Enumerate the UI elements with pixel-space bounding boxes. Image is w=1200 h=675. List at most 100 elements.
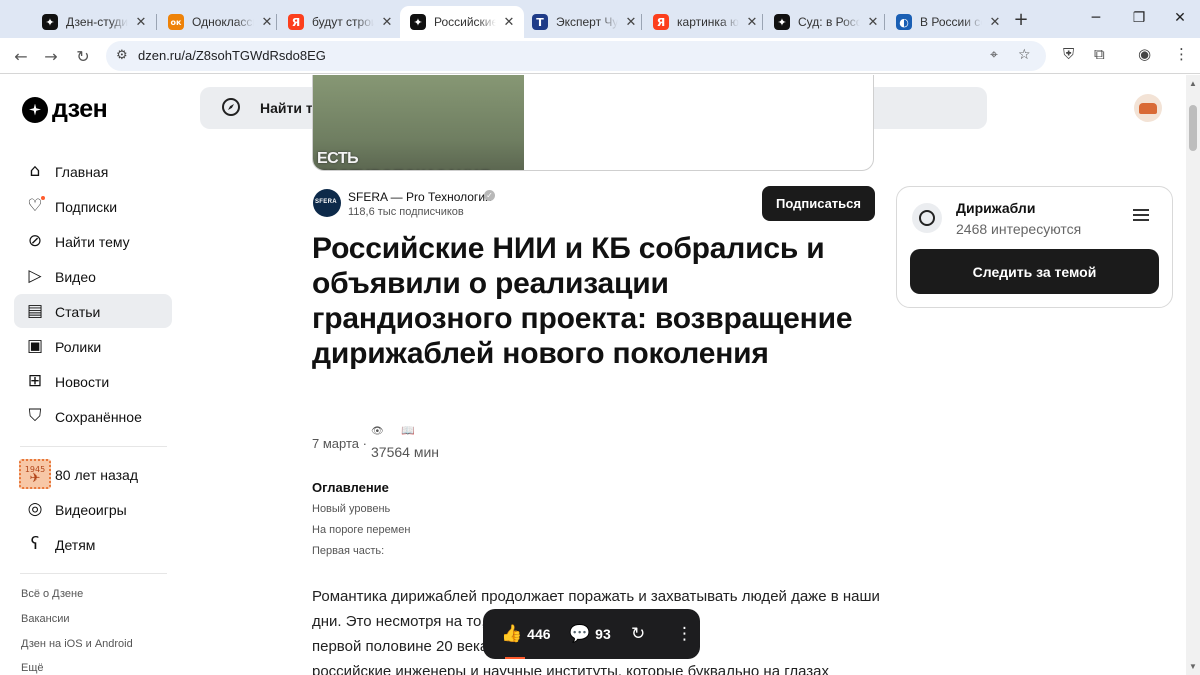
tab-separator — [156, 14, 157, 30]
tab-separator — [276, 14, 277, 30]
channel-avatar[interactable]: SFERA — [313, 189, 341, 217]
bookmark-icon: ⛉ — [28, 406, 42, 426]
sidebar-special-item-3[interactable]: ʕ Детям — [14, 527, 172, 561]
shorts-icon: ▣ — [26, 336, 44, 356]
extension-shield-icon[interactable]: ⛨ — [1063, 45, 1074, 63]
sidebar-item-label: Статьи — [55, 304, 101, 320]
browser-tab[interactable]: Якартинка юг ✕ — [643, 6, 767, 38]
article-title: Российские НИИ и КБ собрались и объявили… — [312, 232, 853, 370]
tab-close-icon[interactable]: ✕ — [864, 13, 882, 31]
subscribe-button[interactable]: Подписаться — [762, 186, 875, 221]
sidebar-item-1[interactable]: ⌂ Главная — [14, 154, 172, 188]
browser-tab[interactable]: ✦ Российские ✕ — [400, 6, 524, 38]
reload-icon[interactable]: ↻ — [70, 43, 96, 69]
comments-button[interactable]: 💬 93 — [569, 624, 611, 644]
browser-tab[interactable]: ✦ Суд: в Росси ✕ — [764, 6, 888, 38]
like-underline — [505, 657, 525, 659]
dzen-icon: ✦ — [42, 14, 58, 30]
bookmark-star-icon[interactable]: ☆ — [1018, 47, 1031, 63]
tab-close-icon[interactable]: ✕ — [378, 13, 396, 31]
video-icon: ▷ — [28, 266, 42, 286]
scrollbar-thumb[interactable] — [1189, 105, 1197, 151]
tab-close-icon[interactable]: ✕ — [743, 13, 761, 31]
footer-link[interactable]: Всё о Дзене — [21, 588, 83, 600]
scroll-up-icon[interactable]: ▲ — [1189, 79, 1197, 88]
tab-title: Эксперт Чуй — [556, 15, 618, 29]
location-icon[interactable]: ⌖ — [990, 47, 998, 63]
sidebar-special-item-2[interactable]: ◎ Видеоигры — [14, 492, 172, 526]
sidebar-item-6[interactable]: ▣ Ролики — [14, 329, 172, 363]
sidebar-item-label: 80 лет назад — [55, 467, 138, 483]
sidebar-item-8[interactable]: ⛉ Сохранённое — [14, 399, 172, 433]
new-tab-button[interactable]: + — [1009, 7, 1033, 31]
minimize-button[interactable]: ─ — [1082, 5, 1110, 31]
follow-topic-button[interactable]: Следить за темой — [910, 249, 1159, 294]
compass-search-icon — [222, 98, 240, 116]
maximize-button[interactable]: ❐ — [1125, 5, 1153, 31]
body-text-line: российские инженеры и научные институты,… — [312, 663, 830, 675]
close-window-button[interactable]: ✕ — [1166, 5, 1194, 31]
sidebar-divider — [20, 573, 167, 574]
ok-icon: ок — [168, 14, 184, 30]
toc-item[interactable]: Новый уровень — [312, 503, 390, 515]
user-avatar[interactable] — [1134, 94, 1162, 122]
channel-subscribers: 118,6 тыс подписчиков — [348, 206, 464, 218]
scroll-down-icon[interactable]: ▼ — [1189, 662, 1197, 671]
article-read-stats: 37564 мин — [371, 444, 439, 460]
sidebar-special-item-1[interactable]: 1945 ✈ 80 лет назад — [14, 457, 172, 491]
yandex-icon: Я — [653, 14, 669, 30]
sidebar-item-label: Найти тему — [55, 234, 130, 250]
toc-item[interactable]: Первая часть: — [312, 545, 384, 557]
tab-close-icon[interactable]: ✕ — [622, 13, 640, 31]
browser-tab[interactable]: ✦ Дзен-студия ✕ — [32, 6, 156, 38]
sidebar-item-5[interactable]: ▤ Статьи — [14, 294, 172, 328]
sidebar-item-label: Ролики — [55, 339, 102, 355]
ad-banner[interactable]: ЕСТЬ ПРОТИВОПОКАЗАНИЯ — [312, 75, 874, 171]
sidebar-item-2[interactable]: ♡ Подписки — [14, 189, 172, 223]
sidebar-item-label: Видео — [55, 269, 96, 285]
like-button[interactable]: 👍 446 — [501, 624, 551, 644]
reaction-bar: 👍 446 💬 93 ↻ ⋮ — [483, 609, 700, 659]
sidebar-item-label: Сохранённое — [55, 409, 142, 425]
toc-item[interactable]: На пороге перемен — [312, 524, 410, 536]
footer-link[interactable]: Вакансии — [21, 613, 70, 625]
tab-close-icon[interactable]: ✕ — [986, 13, 1004, 31]
tab-title: Дзен-студия — [66, 15, 128, 29]
footer-link[interactable]: Дзен на iOS и Android — [21, 638, 133, 650]
share-button[interactable]: ↻ — [631, 624, 650, 644]
dzen-star-icon — [22, 96, 48, 123]
sidebar-item-7[interactable]: ⊞ Новости — [14, 364, 172, 398]
browser-tab[interactable]: ок Одноклассники ✕ — [158, 6, 282, 38]
browser-tab[interactable]: ◐ В России со ✕ — [886, 6, 1010, 38]
globe-icon: ◐ — [896, 14, 912, 30]
site-info-icon[interactable]: ⚙ — [116, 48, 128, 63]
sidebar-item-4[interactable]: ▷ Видео — [14, 259, 172, 293]
tab-title: картинка юг — [677, 15, 739, 29]
sidebar-item-label: Новости — [55, 374, 110, 390]
channel-name[interactable]: SFERA — Pro Технологии — [348, 190, 492, 204]
thumb-up-icon: 👍 — [501, 624, 523, 644]
sidebar-item-3[interactable]: ⊘ Найти тему — [14, 224, 172, 258]
browser-menu-icon[interactable]: ⋮ — [1174, 45, 1189, 63]
topic-title[interactable]: Дирижабли — [956, 200, 1035, 216]
footer-link[interactable]: Ещё — [21, 662, 44, 674]
topic-menu-icon[interactable] — [1133, 209, 1149, 221]
tab-close-icon[interactable]: ✕ — [132, 13, 150, 31]
sidebar-divider — [20, 446, 167, 447]
browser-tab[interactable]: Т Эксперт Чуй ✕ — [522, 6, 646, 38]
dzen-icon: ✦ — [410, 14, 426, 30]
back-icon[interactable]: ← — [8, 43, 34, 69]
browser-tab[interactable]: Ябудут строить ✕ — [278, 6, 402, 38]
address-bar[interactable]: ⚙ dzen.ru/a/Z8sohTGWdRsdo8EG ⌖ ☆ — [106, 41, 1046, 71]
tab-close-icon[interactable]: ✕ — [258, 13, 276, 31]
tab-close-icon[interactable]: ✕ — [500, 13, 518, 31]
more-button[interactable]: ⋮ — [676, 624, 698, 644]
profile-icon[interactable]: ◉ — [1138, 45, 1151, 63]
tab-title: В России со — [920, 15, 982, 29]
page-scrollbar[interactable]: ▲ ▼ — [1186, 75, 1200, 675]
bear-icon: ʕ — [30, 534, 40, 554]
forward-icon[interactable]: → — [38, 43, 64, 69]
stamp-1945-icon: 1945 ✈ — [19, 459, 51, 489]
dzen-logo[interactable]: дзен — [22, 95, 108, 124]
extensions-icon[interactable]: ⧉ — [1094, 45, 1105, 63]
